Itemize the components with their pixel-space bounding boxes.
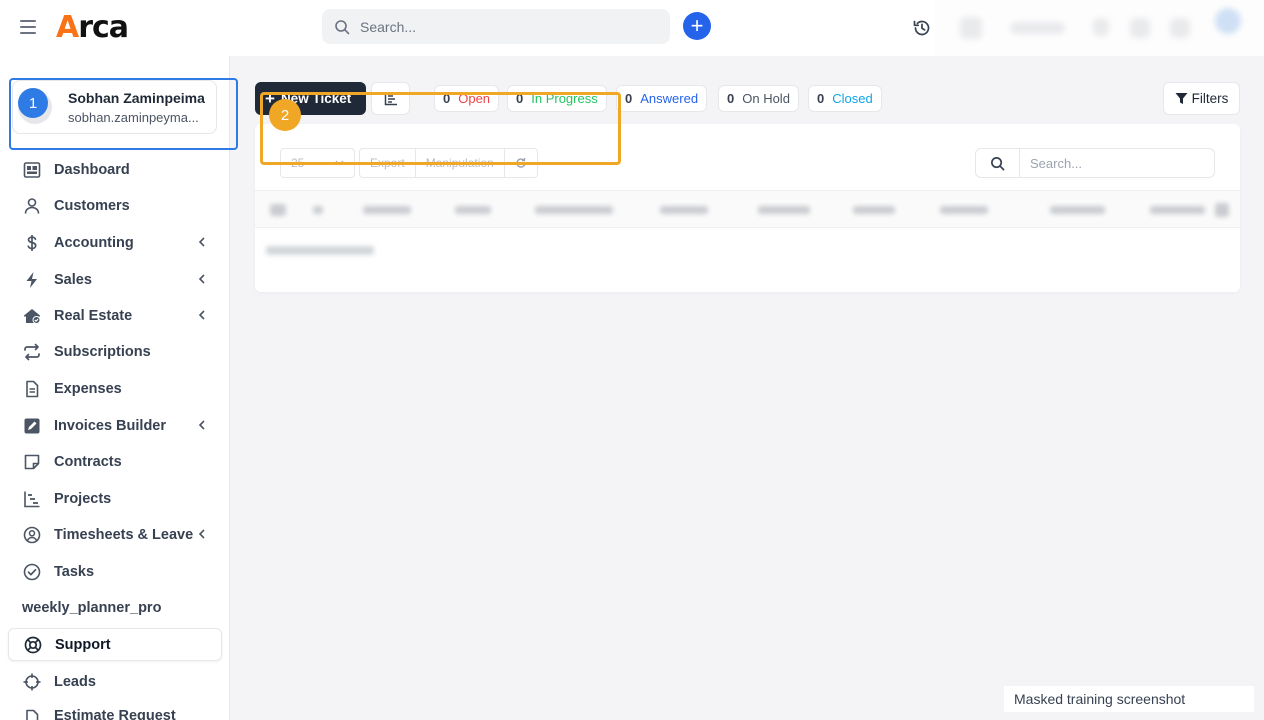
lifebuoy-icon xyxy=(23,635,43,655)
file-icon xyxy=(22,708,42,720)
sidebar-item-label: Real Estate xyxy=(54,307,133,324)
status-filter-closed[interactable]: 0 Closed xyxy=(808,85,882,112)
chevron-left-icon xyxy=(198,274,205,284)
sidebar-item-invoices-builder[interactable]: Invoices Builder xyxy=(8,409,222,442)
annotation-badge-1: 1 xyxy=(18,88,48,118)
status-filter-on-hold[interactable]: 0 On Hold xyxy=(718,85,799,112)
filter-icon xyxy=(1175,93,1188,104)
sidebar-item-weekly-planner-pro[interactable]: weekly_planner_pro xyxy=(8,591,222,624)
status-count: 0 xyxy=(625,91,633,106)
sidebar-item-label: Dashboard xyxy=(54,161,130,178)
annotation-box-1 xyxy=(9,78,238,150)
top-header: Arca + xyxy=(0,0,935,56)
sidebar-item-timesheets-leave[interactable]: Timesheets & Leave xyxy=(8,518,222,551)
status-filter-answered[interactable]: 0 Answered xyxy=(616,85,708,112)
sidebar-item-tasks[interactable]: Tasks xyxy=(8,555,222,588)
check-circle-icon xyxy=(22,562,42,582)
plus-icon: + xyxy=(690,13,704,38)
empty-table-message-masked xyxy=(266,246,374,255)
status-count: 0 xyxy=(817,91,825,106)
sidebar-item-label: Accounting xyxy=(54,234,134,251)
sidebar-item-label: Contracts xyxy=(54,453,122,470)
crosshair-icon xyxy=(22,672,42,692)
sidebar-item-label: Subscriptions xyxy=(54,343,151,360)
watermark-label: Masked training screenshot xyxy=(1004,686,1254,712)
annotation-box-2 xyxy=(260,92,621,165)
sidebar-item-label: Projects xyxy=(54,490,112,507)
table-header-masked xyxy=(255,190,1240,228)
hamburger-menu-icon[interactable] xyxy=(20,20,36,34)
sidebar-item-leads[interactable]: Leads xyxy=(8,665,222,698)
app-logo[interactable]: Arca xyxy=(56,10,129,45)
status-count: 0 xyxy=(727,91,735,106)
history-icon[interactable] xyxy=(912,18,932,38)
sidebar-item-support[interactable]: Support xyxy=(8,628,222,661)
filters-button[interactable]: Filters xyxy=(1163,82,1240,115)
chevron-left-icon xyxy=(198,420,205,430)
file-icon xyxy=(22,379,42,399)
sidebar-item-label: Expenses xyxy=(54,380,122,397)
table-search-input[interactable] xyxy=(1020,149,1210,177)
gantt-icon xyxy=(22,489,42,509)
sidebar-item-label: Timesheets & Leave xyxy=(54,526,194,543)
sidebar-item-label: Leads xyxy=(54,673,96,690)
note-icon xyxy=(22,452,42,472)
filters-label: Filters xyxy=(1191,91,1229,106)
sidebar-item-dashboard[interactable]: Dashboard xyxy=(8,153,222,186)
dollar-icon xyxy=(22,233,42,253)
user-circle-icon xyxy=(22,525,42,545)
search-icon xyxy=(335,19,350,34)
status-label: Closed xyxy=(832,91,873,106)
sidebar-item-label: Support xyxy=(55,636,111,653)
sidebar-item-label: Estimate Request xyxy=(54,708,176,720)
dashboard-icon xyxy=(22,160,42,180)
user-icon xyxy=(22,196,42,216)
house-icon xyxy=(22,306,42,326)
bolt-icon xyxy=(22,270,42,290)
sidebar-item-projects[interactable]: Projects xyxy=(8,482,222,515)
sidebar-item-label: Tasks xyxy=(54,563,95,580)
annotation-badge-2: 2 xyxy=(269,99,301,131)
status-label: On Hold xyxy=(742,91,790,106)
sidebar-item-expenses[interactable]: Expenses xyxy=(8,372,222,405)
sidebar-item-label: Sales xyxy=(54,271,92,288)
sidebar-item-accounting[interactable]: Accounting xyxy=(8,226,222,259)
sidebar-item-label: Invoices Builder xyxy=(54,417,167,434)
sidebar-item-estimate-request[interactable]: Estimate Request xyxy=(8,701,222,720)
masked-header-area xyxy=(935,0,1264,56)
chevron-left-icon xyxy=(198,529,205,539)
table-search[interactable] xyxy=(975,148,1215,178)
global-search[interactable] xyxy=(322,9,670,44)
status-label: Answered xyxy=(640,91,699,106)
quick-add-button[interactable]: + xyxy=(683,12,711,40)
sidebar-item-customers[interactable]: Customers xyxy=(8,189,222,222)
chevron-left-icon xyxy=(198,310,205,320)
sidebar-item-subscriptions[interactable]: Subscriptions xyxy=(8,335,222,368)
sidebar-item-real-estate[interactable]: Real Estate xyxy=(8,299,222,332)
sidebar-item-label: weekly_planner_pro xyxy=(22,599,162,616)
global-search-input[interactable] xyxy=(360,18,660,35)
search-icon xyxy=(991,156,1005,170)
table-search-icon-box xyxy=(976,149,1020,177)
chevron-left-icon xyxy=(198,237,205,247)
sidebar-item-label: Customers xyxy=(54,197,130,214)
sidebar-item-contracts[interactable]: Contracts xyxy=(8,445,222,478)
edit-icon xyxy=(22,416,42,436)
sidebar-item-sales[interactable]: Sales xyxy=(8,263,222,296)
repeat-icon xyxy=(22,342,42,362)
